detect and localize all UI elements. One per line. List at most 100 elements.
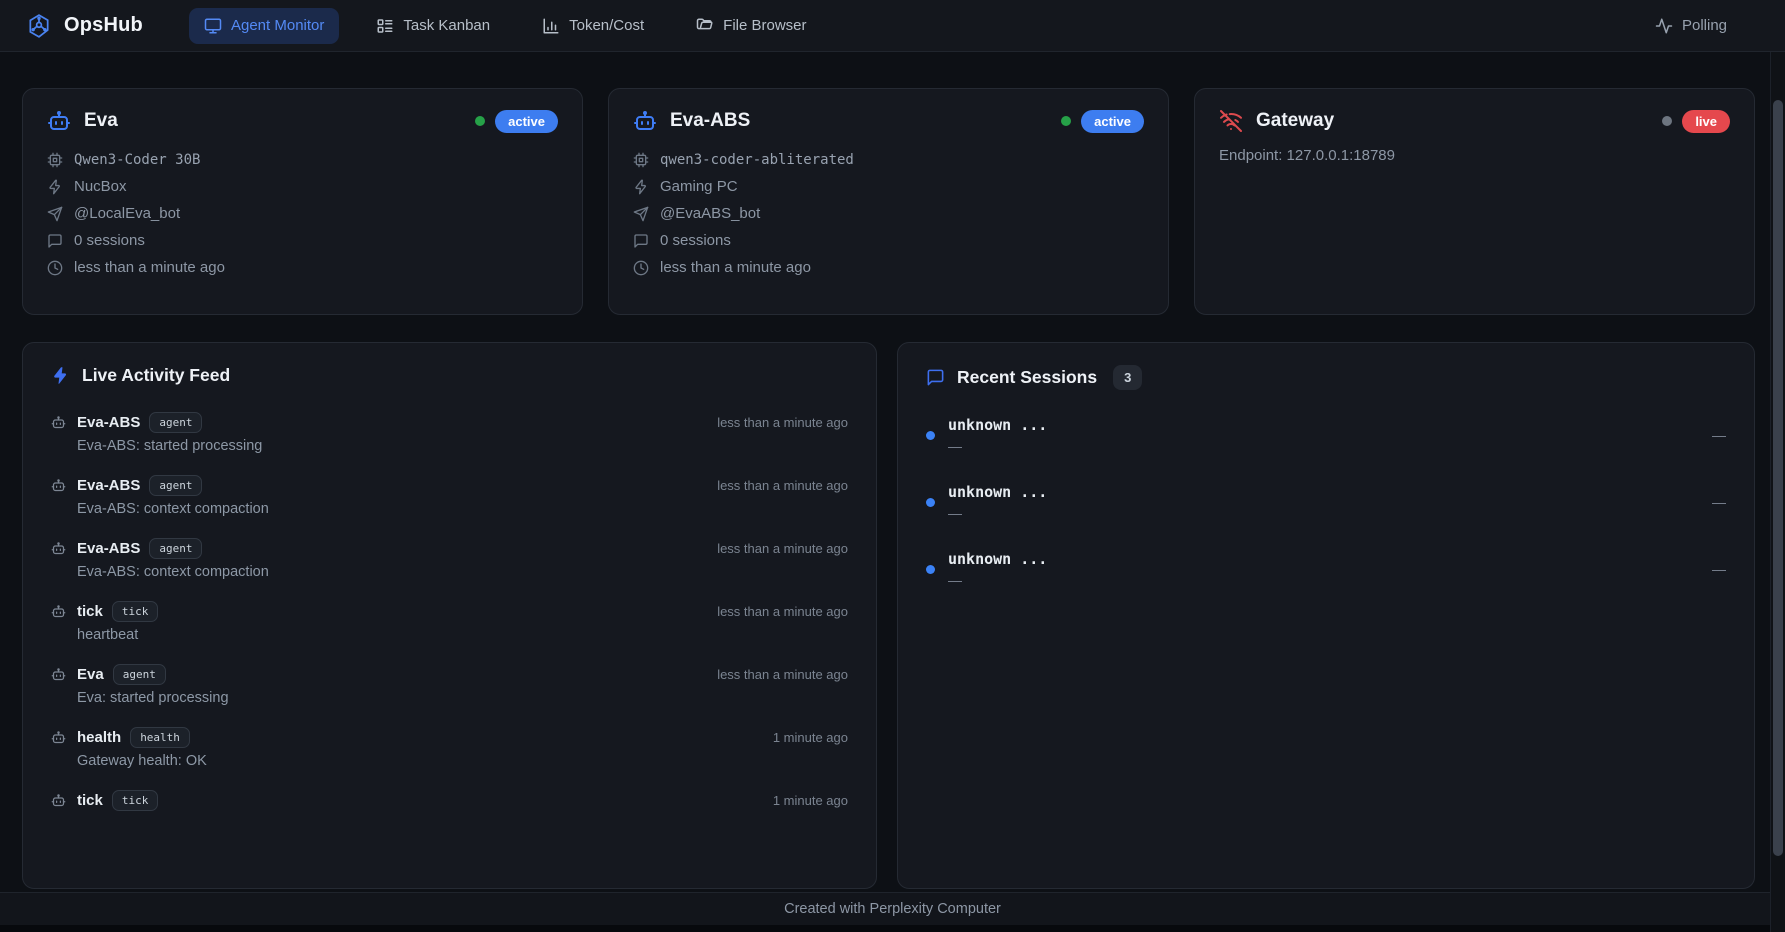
agent-card-eva: Eva active Qwen3-Coder 30B NucBox @Local…	[22, 88, 583, 315]
session-meta: —	[1712, 561, 1726, 577]
kanban-list-icon	[376, 17, 394, 35]
gateway-card: Gateway live Endpoint: 127.0.0.1:18789	[1194, 88, 1755, 315]
feed-type-badge: health	[130, 727, 190, 748]
robot-icon	[51, 604, 66, 619]
main-content: Eva active Qwen3-Coder 30B NucBox @Local…	[0, 52, 1785, 892]
vertical-scrollbar[interactable]	[1770, 52, 1785, 932]
feed-title: Live Activity Feed	[82, 365, 230, 386]
session-subtitle: —	[948, 572, 1047, 588]
panels-row: Live Activity Feed Eva-ABS agent less th…	[22, 342, 1755, 889]
session-subtitle: —	[948, 505, 1047, 521]
folder-icon	[696, 17, 714, 35]
feed-type-badge: tick	[112, 790, 159, 811]
feed-source: Eva-ABS	[77, 477, 140, 494]
app-title: OpsHub	[64, 14, 143, 37]
robot-icon	[51, 667, 66, 682]
message-square-icon	[47, 233, 63, 249]
session-meta: —	[1712, 427, 1726, 443]
feed-source: Eva-ABS	[77, 414, 140, 431]
session-title: unknown ...	[948, 416, 1047, 434]
feed-item: health health 1 minute ago Gateway healt…	[51, 727, 848, 769]
feed-timestamp: less than a minute ago	[717, 478, 848, 493]
tab-agent-monitor[interactable]: Agent Monitor	[189, 8, 339, 44]
session-title: unknown ...	[948, 550, 1047, 568]
session-row[interactable]: unknown ... — —	[926, 416, 1726, 454]
agent-model: qwen3-coder-abliterated	[660, 152, 854, 168]
feed-source: tick	[77, 792, 103, 809]
agent-host: Gaming PC	[660, 178, 738, 195]
tab-label: Task Kanban	[403, 17, 490, 34]
robot-icon	[51, 415, 66, 430]
feed-message: Gateway health: OK	[77, 753, 848, 769]
agent-handle: @LocalEva_bot	[74, 205, 180, 222]
scrollbar-thumb[interactable]	[1773, 100, 1783, 856]
feed-source: Eva-ABS	[77, 540, 140, 557]
feed-list: Eva-ABS agent less than a minute ago Eva…	[51, 412, 848, 811]
tab-label: File Browser	[723, 17, 806, 34]
feed-item: tick tick less than a minute ago heartbe…	[51, 601, 848, 643]
robot-icon	[47, 109, 71, 133]
live-badge: live	[1682, 110, 1730, 133]
sessions-count-badge: 3	[1113, 365, 1142, 390]
send-icon	[633, 206, 649, 222]
send-icon	[47, 206, 63, 222]
recent-sessions-panel: Recent Sessions 3 unknown ... — —	[897, 342, 1755, 889]
status-dot-green	[475, 116, 485, 126]
feed-type-badge: tick	[112, 601, 159, 622]
agent-last-activity: less than a minute ago	[74, 259, 225, 276]
session-row[interactable]: unknown ... — —	[926, 550, 1726, 588]
feed-source: health	[77, 729, 121, 746]
feed-timestamp: 1 minute ago	[773, 793, 848, 808]
robot-icon	[633, 109, 657, 133]
cpu-icon	[47, 152, 63, 168]
feed-timestamp: less than a minute ago	[717, 541, 848, 556]
zap-icon	[47, 179, 63, 195]
activity-pulse-icon	[1655, 17, 1673, 35]
tab-task-kanban[interactable]: Task Kanban	[361, 8, 505, 44]
lightning-icon	[51, 366, 70, 385]
live-activity-feed-panel: Live Activity Feed Eva-ABS agent less th…	[22, 342, 877, 889]
feed-type-badge: agent	[113, 664, 166, 685]
tab-label: Token/Cost	[569, 17, 644, 34]
session-row[interactable]: unknown ... — —	[926, 483, 1726, 521]
gateway-name: Gateway	[1256, 110, 1334, 132]
agent-name: Eva	[84, 110, 118, 132]
clock-icon	[633, 260, 649, 276]
status-badge: active	[1081, 110, 1144, 133]
agent-sessions: 0 sessions	[74, 232, 145, 249]
feed-timestamp: less than a minute ago	[717, 667, 848, 682]
feed-message: Eva-ABS: context compaction	[77, 501, 848, 517]
polling-status: Polling	[1655, 17, 1751, 35]
feed-item: Eva-ABS agent less than a minute ago Eva…	[51, 538, 848, 580]
sessions-title: Recent Sessions	[957, 367, 1097, 388]
feed-message: Eva: started processing	[77, 690, 848, 706]
feed-timestamp: 1 minute ago	[773, 730, 848, 745]
feed-source: Eva	[77, 666, 104, 683]
feed-item: Eva-ABS agent less than a minute ago Eva…	[51, 412, 848, 454]
feed-message: Eva-ABS: started processing	[77, 438, 848, 454]
session-subtitle: —	[948, 438, 1047, 454]
wifi-off-icon	[1219, 109, 1243, 133]
message-square-icon	[926, 368, 945, 387]
status-dot-gray	[1662, 116, 1672, 126]
clock-icon	[47, 260, 63, 276]
feed-type-badge: agent	[149, 412, 202, 433]
robot-icon	[51, 730, 66, 745]
status-dot-green	[1061, 116, 1071, 126]
nav-tabs: Agent Monitor Task Kanban Token/Cost Fil…	[189, 8, 822, 44]
session-title: unknown ...	[948, 483, 1047, 501]
feed-item: Eva-ABS agent less than a minute ago Eva…	[51, 475, 848, 517]
robot-icon	[51, 793, 66, 808]
agent-sessions: 0 sessions	[660, 232, 731, 249]
tab-token-cost[interactable]: Token/Cost	[527, 8, 659, 44]
status-cards-row: Eva active Qwen3-Coder 30B NucBox @Local…	[22, 88, 1755, 315]
feed-timestamp: less than a minute ago	[717, 415, 848, 430]
sessions-list: unknown ... — — unknown ... —	[926, 416, 1726, 588]
agent-name: Eva-ABS	[670, 110, 750, 132]
feed-item: tick tick 1 minute ago	[51, 790, 848, 811]
feed-message: heartbeat	[77, 627, 848, 643]
gateway-endpoint: Endpoint: 127.0.0.1:18789	[1219, 147, 1730, 164]
session-status-dot	[926, 431, 935, 440]
agent-last-activity: less than a minute ago	[660, 259, 811, 276]
tab-file-browser[interactable]: File Browser	[681, 8, 821, 44]
